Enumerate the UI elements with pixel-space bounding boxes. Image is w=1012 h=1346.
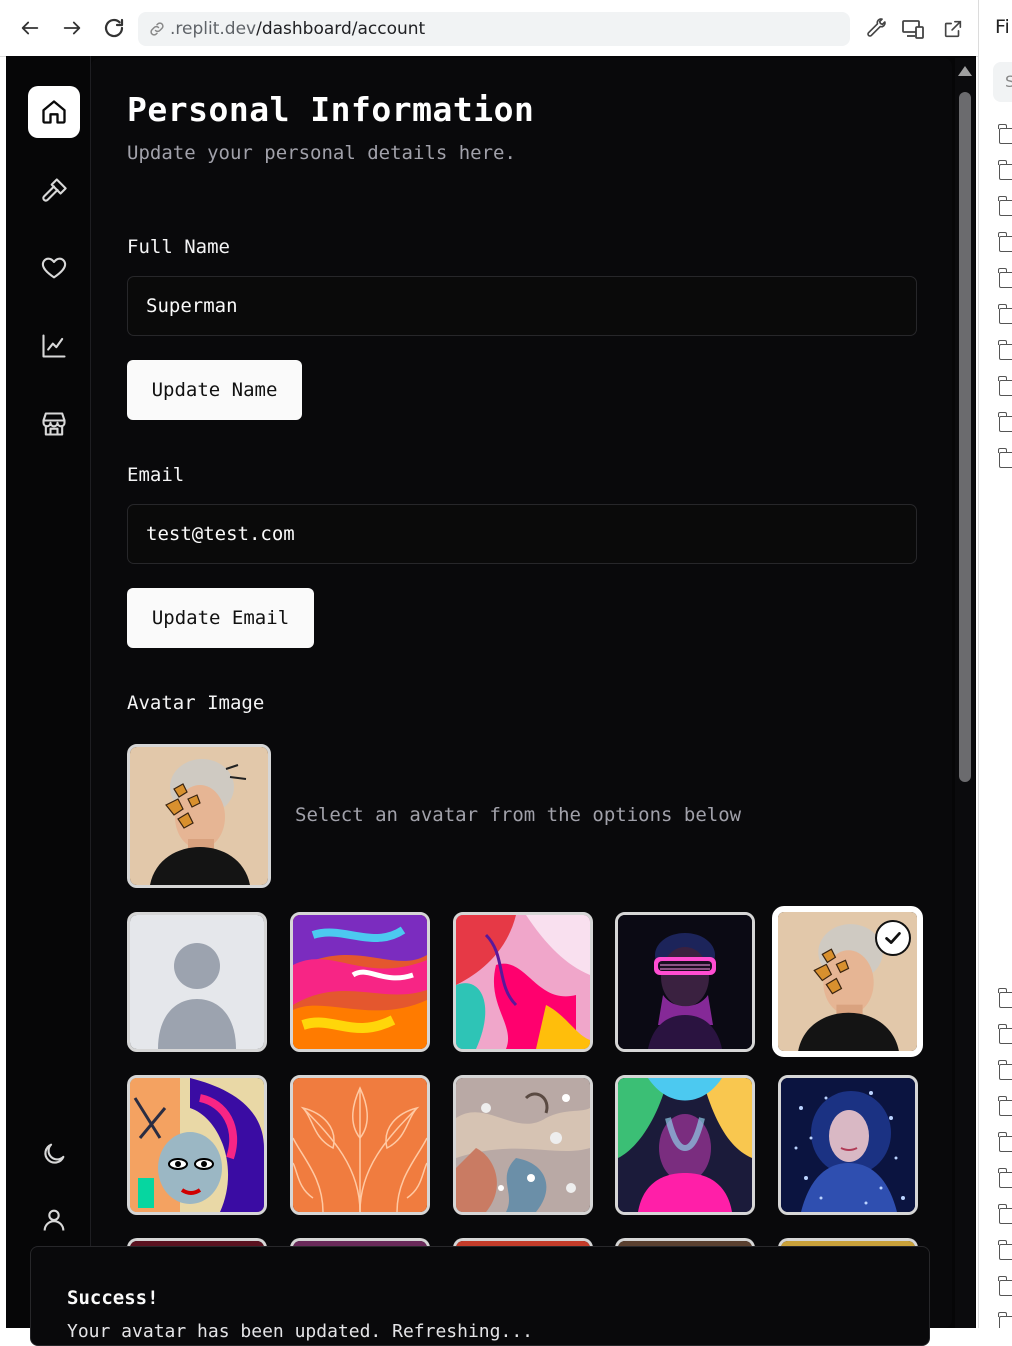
page-title: Personal Information [127,90,535,129]
scroll-up-arrow-icon[interactable] [958,66,972,76]
paint-splash-avatar-image [293,915,427,1049]
folder-icon[interactable] [998,1096,1012,1116]
folder-icon[interactable] [998,1024,1012,1044]
folder-icon[interactable] [998,160,1012,180]
file-panel-title: Fi [995,16,1010,38]
current-avatar-preview [127,744,271,888]
default-avatar-silhouette-icon [130,915,264,1049]
address-bar[interactable]: .replit.dev/dashboard/account [138,12,850,46]
update-email-button[interactable]: Update Email [127,588,314,648]
heart-icon[interactable] [28,242,80,294]
folder-icon[interactable] [998,1240,1012,1260]
folder-open-icon[interactable] [998,448,1012,468]
rainbow-smoke-avatar-image [618,1078,752,1212]
toast-message: Your avatar has been updated. Refreshing… [67,1321,533,1342]
orange-leaves-avatar-image [293,1078,427,1212]
page-subtitle: Update your personal details here. [127,142,516,164]
folder-icon[interactable] [998,1060,1012,1080]
folder-icon[interactable] [998,988,1012,1008]
folder-icon[interactable] [998,124,1012,144]
sidebar [6,56,91,1328]
avatar-image-label: Avatar Image [127,692,265,714]
folder-icon[interactable] [998,1204,1012,1224]
folder-icon[interactable] [998,376,1012,396]
neon-shades-avatar-image [618,915,752,1049]
folder-icon[interactable] [998,1132,1012,1152]
file-panel: Fi S [978,0,1012,1328]
avatar-option-fluid-art[interactable] [453,912,593,1052]
back-arrow-icon[interactable] [16,14,44,42]
folder-icon[interactable] [998,268,1012,288]
email-label: Email [127,464,185,486]
home-icon[interactable] [28,86,80,138]
hammer-icon[interactable] [28,164,80,216]
butterfly-face-avatar-image [130,747,268,885]
moon-icon[interactable] [28,1128,80,1180]
browser-toolbar: .replit.dev/dashboard/account [0,0,978,57]
folder-icon[interactable] [998,196,1012,216]
url-host: .replit.dev [170,19,257,39]
wrench-icon[interactable] [862,16,888,42]
update-name-button[interactable]: Update Name [127,360,302,420]
graffiti-face-avatar-image [130,1078,264,1212]
avatar-option-rainbow-smoke[interactable] [615,1075,755,1215]
device-toggle-icon[interactable] [900,16,926,42]
folder-icon[interactable] [998,1312,1012,1328]
user-icon[interactable] [28,1194,80,1246]
folder-icon[interactable] [998,304,1012,324]
scrollbar-thumb[interactable] [959,92,971,782]
avatar-option-paint-splash[interactable] [290,912,430,1052]
full-name-input[interactable]: Superman [127,276,917,336]
selected-check-icon [875,920,911,956]
avatar-option-neon-shades[interactable] [615,912,755,1052]
avatar-option-butterfly-face-selected[interactable] [772,906,923,1057]
chart-icon[interactable] [28,320,80,372]
reload-icon[interactable] [100,14,128,42]
email-input[interactable]: test@test.com [127,504,917,564]
folder-icon[interactable] [998,412,1012,432]
avatar-option-blue-particles[interactable] [778,1075,918,1215]
folder-icon[interactable] [998,1276,1012,1296]
open-external-icon[interactable] [940,16,966,42]
file-search-input[interactable]: S [993,62,1012,102]
avatar-option-graffiti-face[interactable] [127,1075,267,1215]
success-toast: Success! Your avatar has been updated. R… [30,1246,930,1346]
link-icon [148,20,166,38]
avatar-option-metal-droplets[interactable] [453,1075,593,1215]
folder-icon[interactable] [998,1168,1012,1188]
avatar-hint-text: Select an avatar from the options below [295,804,742,826]
avatar-option-default[interactable] [127,912,267,1052]
store-icon[interactable] [28,398,80,450]
fluid-art-avatar-image [456,915,590,1049]
full-name-label: Full Name [127,236,230,258]
blue-particles-avatar-image [781,1078,915,1212]
avatar-option-orange-leaves[interactable] [290,1075,430,1215]
url-path: /dashboard/account [256,19,426,39]
toast-title: Success! [67,1287,159,1309]
forward-arrow-icon[interactable] [58,14,86,42]
folder-icon[interactable] [998,232,1012,252]
metal-droplets-avatar-image [456,1078,590,1212]
folder-icon[interactable] [998,340,1012,360]
